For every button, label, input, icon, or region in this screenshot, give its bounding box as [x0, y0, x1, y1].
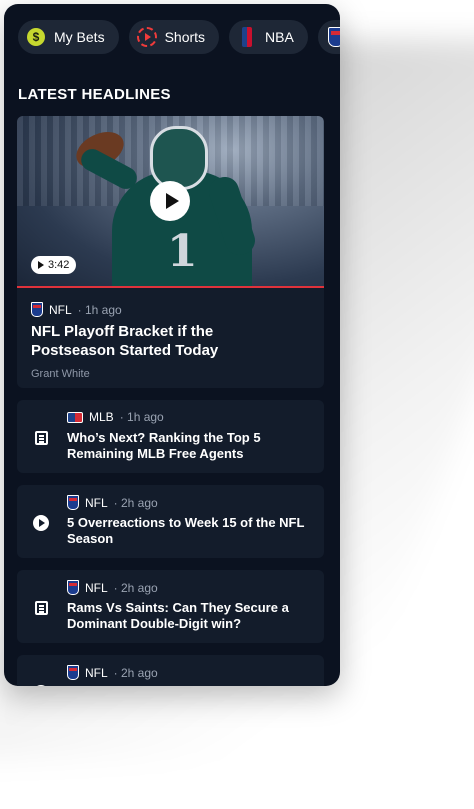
timestamp: · 2h ago: [113, 665, 158, 680]
video-icon: [33, 685, 49, 686]
nfl-logo-icon: [326, 27, 340, 47]
filter-pills: $ My Bets Shorts NBA: [18, 20, 340, 56]
article-meta: NFL · 2h ago: [67, 495, 158, 510]
article-icon: [33, 600, 49, 616]
nfl-logo-icon: [67, 580, 79, 595]
nfl-logo-icon: [67, 665, 79, 680]
nfl-logo-icon: [67, 495, 79, 510]
league-label: NFL: [85, 580, 108, 595]
play-video-button[interactable]: [150, 181, 190, 221]
article-card[interactable]: NFL · 2h ago 5 Overreactions to Week 15 …: [17, 485, 324, 558]
video-duration-badge: 3:42: [31, 256, 77, 274]
league-label: MLB: [89, 410, 114, 424]
league-label: NFL: [85, 665, 108, 680]
shorts-play-icon: [136, 27, 157, 47]
article-meta: NFL · 2h ago: [67, 580, 158, 595]
timestamp: · 1h ago: [119, 410, 164, 424]
nfl-logo-icon: [31, 302, 43, 317]
filter-label: NBA: [265, 29, 294, 45]
author-name: Grant White: [31, 368, 90, 380]
dollar-coin-icon: $: [26, 27, 46, 47]
filter-shorts[interactable]: Shorts: [128, 20, 220, 54]
article-card[interactable]: NFL · 2h ago: [17, 655, 324, 686]
article-card[interactable]: MLB · 1h ago Who’s Next? Ranking the Top…: [17, 400, 324, 473]
league-label: NFL: [85, 495, 108, 510]
featured-title: NFL Playoff Bracket if the Postseason St…: [31, 323, 219, 359]
article-meta: NFL · 2h ago: [67, 665, 158, 680]
article-title: Rams Vs Saints: Can They Secure a Domina…: [67, 600, 289, 631]
article-meta: MLB · 1h ago: [67, 410, 164, 424]
mlb-logo-icon: [67, 411, 83, 423]
article-meta: NFL · 1h ago: [31, 302, 122, 317]
filter-label: My Bets: [54, 29, 105, 45]
video-icon: [33, 515, 49, 531]
filter-nba[interactable]: NBA: [229, 20, 308, 54]
article-icon: [33, 430, 49, 446]
article-title: 5 Overreactions to Week 15 of the NFL Se…: [67, 515, 305, 546]
featured-thumbnail: 1 3:42: [17, 116, 324, 286]
filter-nfl[interactable]: [317, 20, 340, 54]
featured-article-card[interactable]: 1 3:42 NFL · 1h ago NFL Playoff Bracket …: [17, 116, 324, 388]
filter-my-bets[interactable]: $ My Bets: [18, 20, 119, 54]
article-title: Who’s Next? Ranking the Top 5 Remaining …: [67, 430, 261, 461]
article-card[interactable]: NFL · 2h ago Rams Vs Saints: Can They Se…: [17, 570, 324, 643]
play-icon: [38, 261, 44, 269]
divider: [17, 286, 324, 288]
nba-logo-icon: [237, 27, 257, 47]
filter-label: Shorts: [164, 29, 206, 45]
timestamp: · 2h ago: [113, 495, 158, 510]
section-title: LATEST HEADLINES: [18, 86, 171, 103]
league-label: NFL: [49, 302, 72, 317]
timestamp: · 2h ago: [113, 580, 158, 595]
play-icon: [165, 193, 179, 209]
timestamp: · 1h ago: [77, 302, 122, 317]
app-screen: $ My Bets Shorts NBA LATEST HEADLINES 1: [4, 4, 340, 686]
